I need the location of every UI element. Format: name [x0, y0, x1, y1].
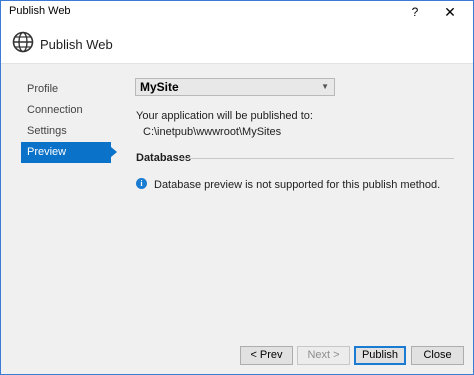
publish-web-dialog: Publish Web ? ✕ Publish Web Profile Conn… [0, 0, 474, 375]
close-window-button[interactable]: ✕ [428, 1, 472, 23]
prev-button[interactable]: < Prev [240, 346, 293, 365]
info-icon: i [136, 178, 147, 189]
nav-item-label: Profile [27, 83, 59, 95]
title-bar[interactable]: Publish Web ? ✕ [1, 1, 473, 23]
help-button[interactable]: ? [405, 3, 425, 21]
close-button[interactable]: Close [411, 346, 464, 365]
wizard-nav: Profile Connection Settings Preview [21, 79, 117, 163]
chevron-down-icon: ▼ [321, 82, 329, 91]
publish-button[interactable]: Publish [354, 346, 406, 365]
window-title: Publish Web [9, 5, 71, 17]
nav-item-label: Connection [27, 104, 83, 116]
globe-icon [12, 31, 34, 53]
profile-dropdown[interactable]: MySite ▼ [135, 78, 335, 96]
nav-item-label: Preview [27, 146, 67, 158]
next-button[interactable]: Next > [297, 346, 350, 365]
nav-item-label: Settings [27, 125, 67, 137]
dialog-heading: Publish Web [40, 37, 113, 52]
nav-item-preview[interactable]: Preview [21, 142, 117, 163]
dialog-header: Publish Web [1, 23, 473, 64]
publish-destination-label: Your application will be published to: [136, 110, 313, 122]
nav-item-connection[interactable]: Connection [21, 100, 111, 121]
section-divider [179, 158, 454, 159]
profile-dropdown-value: MySite [140, 80, 179, 94]
publish-destination-path: C:\inetpub\wwwroot\MySites [143, 126, 282, 138]
nav-item-settings[interactable]: Settings [21, 121, 111, 142]
nav-item-profile[interactable]: Profile [21, 79, 111, 100]
selection-arrow-icon [111, 147, 117, 157]
database-info-message: Database preview is not supported for th… [154, 179, 441, 191]
